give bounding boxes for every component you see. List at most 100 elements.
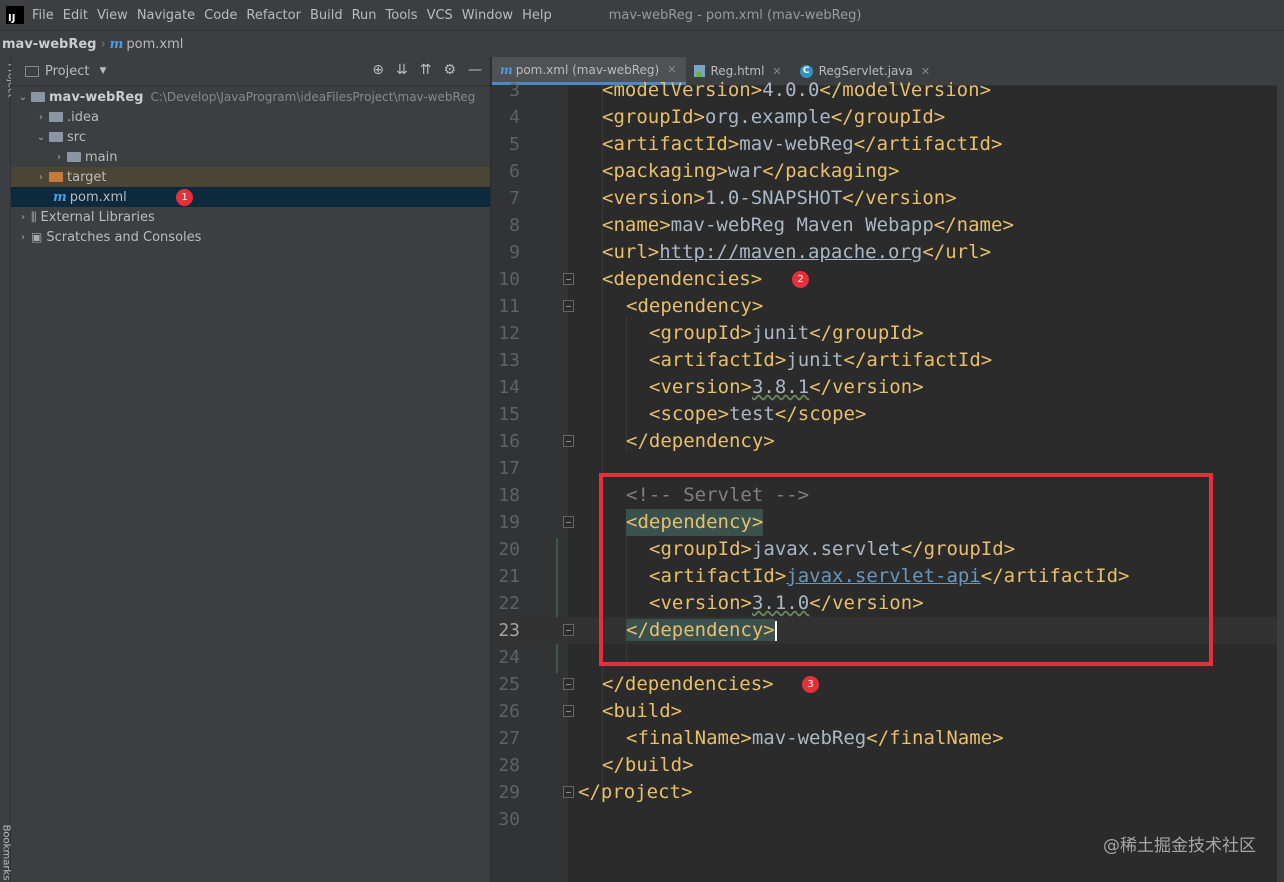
code-line: 19 <dependency> [492,509,1277,536]
expand-all-icon[interactable]: ⇊ [396,62,408,78]
chevron-down-icon[interactable]: ⌄ [17,92,29,103]
fold-marker-icon[interactable] [563,786,574,798]
chevron-down-icon[interactable]: ⌄ [35,132,47,143]
menu-navigate[interactable]: Navigate [137,8,195,23]
menu-vcs[interactable]: VCS [427,8,453,23]
breadcrumb-project[interactable]: mav-webReg [0,37,96,52]
code-text: <dependencies> [602,268,763,290]
xml-tag: artifactId [660,565,775,587]
menu-refactor[interactable]: Refactor [246,8,301,23]
line-number: 26 [498,701,520,722]
fold-marker-icon[interactable] [563,624,574,636]
xml-tag: url [613,241,648,263]
code-line: 28 </build> [492,752,1277,779]
folder-icon [67,152,81,162]
code-text: <finalName>mav-webReg</finalName> [626,727,1004,749]
tree-item-scratches[interactable]: › ▣ Scratches and Consoles [11,227,490,247]
menu-build[interactable]: Build [310,8,343,23]
code-line: 20 <groupId>javax.servlet</groupId> [492,536,1277,563]
menu-view[interactable]: View [97,8,128,23]
xml-tag: packaging [785,160,889,182]
line-number: 5 [509,134,520,155]
line-number: 14 [498,377,520,398]
locate-file-icon[interactable]: ⊕ [372,62,384,78]
code-line: 16 </dependency> [492,428,1277,455]
close-icon[interactable]: ✕ [667,63,676,76]
fold-marker-icon[interactable] [563,678,574,690]
hide-panel-icon[interactable]: — [468,62,482,78]
xml-tag: modelVersion [842,79,980,101]
fold-marker-icon[interactable] [563,273,574,285]
chevron-right-icon[interactable]: › [17,232,29,243]
code-text: <artifactId>mav-webReg</artifactId> [602,133,1003,155]
xml-value: junit [786,349,844,371]
collapse-all-icon[interactable]: ⇈ [420,62,432,78]
code-line: 25 </dependencies> 3 [492,671,1277,698]
menu-file[interactable]: File [32,8,54,23]
project-view-selector[interactable]: Project [45,64,89,79]
menu-window[interactable]: Window [462,8,513,23]
url-link[interactable]: http://maven.apache.org [659,241,922,263]
xml-tag: version [832,592,913,614]
tree-item-external-libraries[interactable]: › ⫼ External Libraries [11,207,490,227]
annotation-badge-2: 2 [792,271,809,288]
xml-tag: name [613,214,660,236]
code-text: <version>1.0-SNAPSHOT</version> [602,187,957,209]
xml-value[interactable]: javax.servlet-api [786,565,980,587]
tree-item-pom[interactable]: m pom.xml 1 [11,187,490,207]
menu-help[interactable]: Help [522,8,552,23]
xml-value: war [727,160,763,182]
xml-value: 3.1.0 [751,592,810,614]
tree-item-root[interactable]: ⌄ mav-webReg C:\Develop\JavaProgram\idea… [11,87,490,107]
breadcrumb-file[interactable]: pom.xml [126,37,183,52]
fold-marker-icon[interactable] [563,705,574,717]
code-line: 9 <url>http://maven.apache.org</url> [492,239,1277,266]
chevron-right-icon[interactable]: › [35,112,47,123]
menu-code[interactable]: Code [204,8,237,23]
code-editor[interactable]: 3 <modelVersion>4.0.0</modelVersion> 4 <… [492,79,1277,882]
chevron-right-icon[interactable]: › [35,172,47,183]
module-folder-icon [31,92,45,102]
line-number: 28 [498,755,520,776]
fold-marker-icon[interactable] [563,435,574,447]
tree-item-idea[interactable]: › .idea [11,107,490,127]
tree-item-path: C:\Develop\JavaProgram\ideaFilesProject\… [150,90,476,104]
bookmarks-tool-window-button[interactable]: Bookmarks [0,825,11,881]
chevron-right-icon[interactable]: › [53,152,65,163]
tab-label: pom.xml (mav-webReg) [515,62,660,77]
code-line: 5 <artifactId>mav-webReg</artifactId> [492,131,1277,158]
line-number: 10 [498,269,520,290]
code-line: 22 <version>3.1.0</version> [492,590,1277,617]
code-line: 21 <artifactId>javax.servlet-api</artifa… [492,563,1277,590]
chevron-right-icon[interactable]: › [17,212,29,223]
code-line: 17 [492,455,1277,482]
fold-marker-icon[interactable] [563,300,574,312]
chevron-down-icon[interactable]: ▼ [99,66,106,76]
intellij-logo-icon: IJ [6,6,24,24]
xml-value: test [729,403,775,425]
menu-tools[interactable]: Tools [386,8,418,23]
tree-item-main[interactable]: › main [11,147,490,167]
xml-tag: artifactId [660,349,775,371]
tree-item-src[interactable]: ⌄ src [11,127,490,147]
tab-label: RegServlet.java [818,64,913,78]
close-icon[interactable]: ✕ [921,65,930,78]
tree-item-label: main [85,149,118,165]
xml-tag: groupId [613,106,694,128]
xml-value: mav-webReg [739,133,854,155]
code-text: <build> [602,700,683,722]
menu-edit[interactable]: Edit [63,8,88,23]
project-panel-header: Project ▼ ⊕ ⇊ ⇈ ⚙ — [11,57,490,86]
xml-tag: modelVersion [613,79,751,101]
fold-marker-icon[interactable] [563,516,574,528]
tree-item-target[interactable]: › target [11,167,490,187]
xml-tag: groupId [660,538,741,560]
line-number: 12 [498,323,520,344]
close-icon[interactable]: ✕ [772,65,781,78]
menu-run[interactable]: Run [352,8,377,23]
xml-tag: version [613,187,694,209]
xml-value: mav-webReg Maven Webapp [670,214,934,236]
line-number: 7 [509,188,520,209]
line-number: 8 [509,215,520,236]
gear-icon[interactable]: ⚙ [443,62,456,78]
